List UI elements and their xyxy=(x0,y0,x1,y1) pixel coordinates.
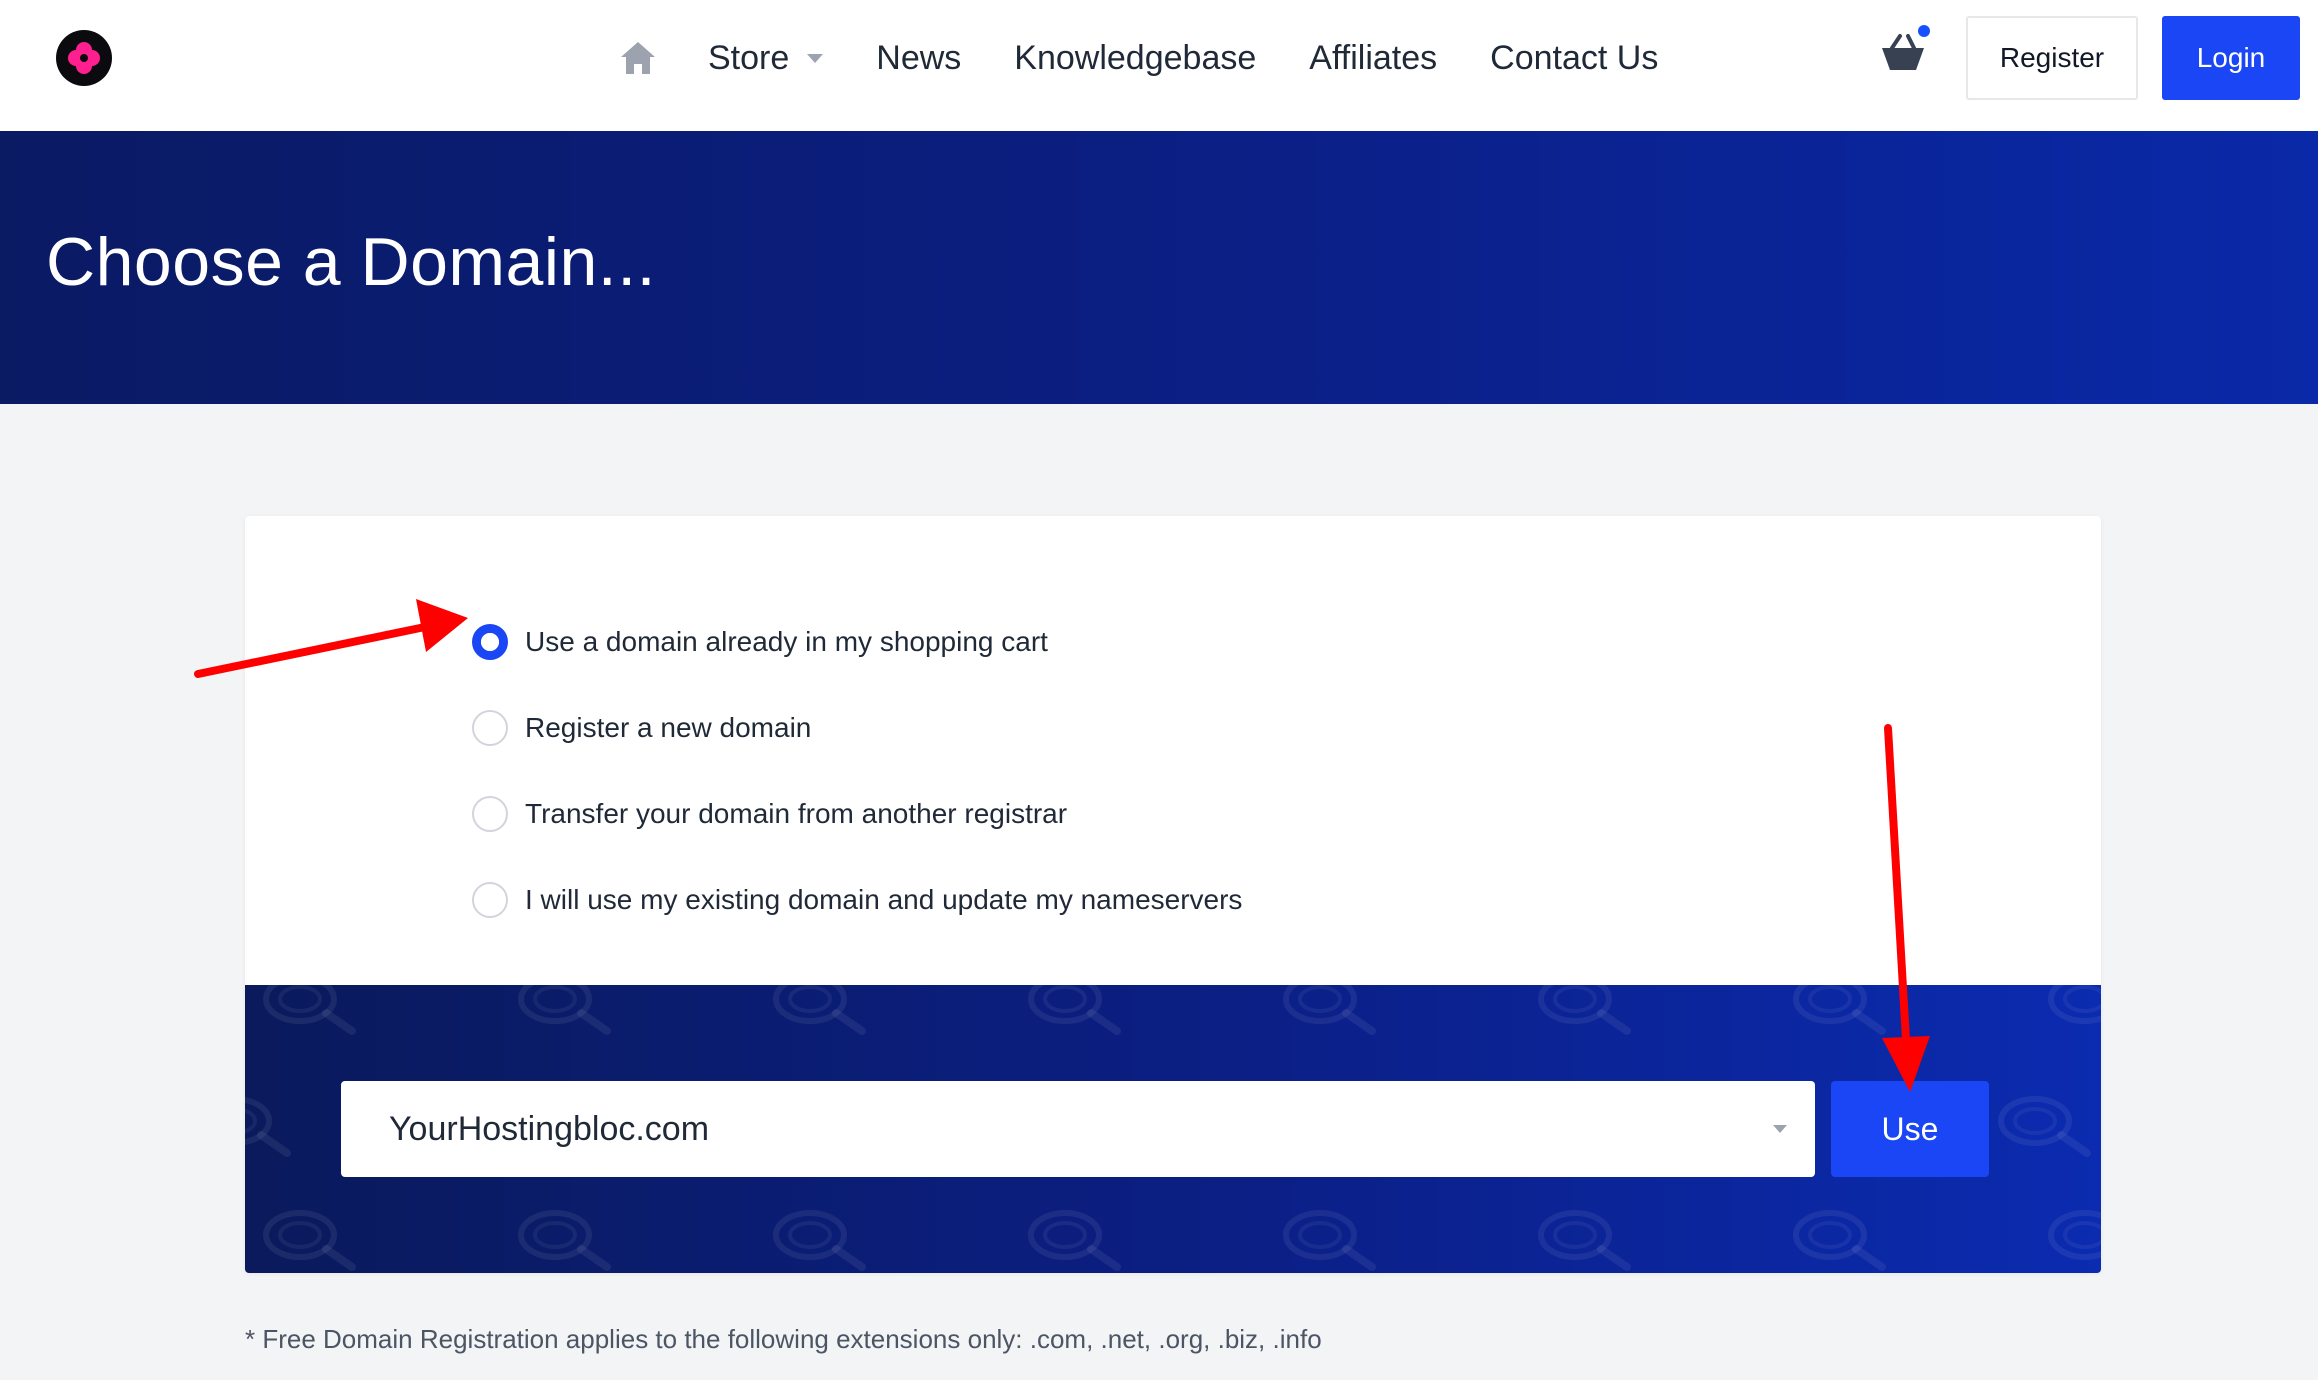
site-header: Store News Knowledgebase Affiliates Cont… xyxy=(0,0,2318,131)
free-domain-footnote: * Free Domain Registration applies to th… xyxy=(245,1324,1322,1354)
chevron-down-icon xyxy=(1773,1125,1787,1133)
radio-use-cart-domain[interactable] xyxy=(472,624,508,660)
option-use-cart-domain[interactable]: Use a domain already in my shopping cart xyxy=(472,622,1048,662)
nav-news[interactable]: News xyxy=(876,39,961,78)
option-use-existing-domain[interactable]: I will use my existing domain and update… xyxy=(472,880,1242,920)
nav-affiliates[interactable]: Affiliates xyxy=(1309,39,1437,78)
nav-contact-us-label: Contact Us xyxy=(1490,38,1659,77)
home-icon[interactable] xyxy=(618,38,658,78)
nav-store-label: Store xyxy=(708,38,790,77)
radio-register-new-domain[interactable] xyxy=(472,710,508,746)
nav-store[interactable]: Store xyxy=(708,38,824,78)
nav-contact-us[interactable]: Contact Us xyxy=(1490,39,1658,78)
option-label: Use a domain already in my shopping cart xyxy=(525,626,1048,657)
domain-selection-card: Use a domain already in my shopping cart… xyxy=(245,516,2101,1273)
domain-select-value: YourHostingbloc.com xyxy=(389,1109,710,1148)
use-button[interactable]: Use xyxy=(1831,1081,1989,1177)
nav-knowledgebase[interactable]: Knowledgebase xyxy=(1014,39,1256,78)
brand-logo-icon[interactable] xyxy=(56,30,112,86)
use-button-label: Use xyxy=(1881,1110,1939,1147)
domain-search-panel: YourHostingbloc.com Use xyxy=(245,985,2101,1273)
radio-use-existing-domain[interactable] xyxy=(472,882,508,918)
register-button-label: Register xyxy=(1999,42,2105,73)
page-banner: Choose a Domain... xyxy=(0,131,2318,404)
domain-select[interactable]: YourHostingbloc.com xyxy=(341,1081,1815,1177)
nav-affiliates-label: Affiliates xyxy=(1309,38,1438,77)
radio-transfer-domain[interactable] xyxy=(472,796,508,832)
register-button[interactable]: Register xyxy=(1966,16,2138,100)
option-transfer-domain[interactable]: Transfer your domain from another regist… xyxy=(472,794,1067,834)
option-label: I will use my existing domain and update… xyxy=(525,884,1243,915)
option-label: Register a new domain xyxy=(525,712,812,743)
domain-options: Use a domain already in my shopping cart… xyxy=(245,516,2101,985)
chevron-down-icon xyxy=(807,53,824,63)
nav-news-label: News xyxy=(876,38,962,77)
nav-knowledgebase-label: Knowledgebase xyxy=(1014,38,1257,77)
cart-notification-dot xyxy=(1918,25,1930,37)
option-register-new-domain[interactable]: Register a new domain xyxy=(472,708,811,748)
page-title: Choose a Domain... xyxy=(46,224,656,300)
option-label: Transfer your domain from another regist… xyxy=(525,798,1068,829)
main-nav: Store News Knowledgebase Affiliates Cont… xyxy=(618,30,1711,86)
login-button-label: Login xyxy=(2196,42,2266,73)
login-button[interactable]: Login xyxy=(2162,16,2300,100)
